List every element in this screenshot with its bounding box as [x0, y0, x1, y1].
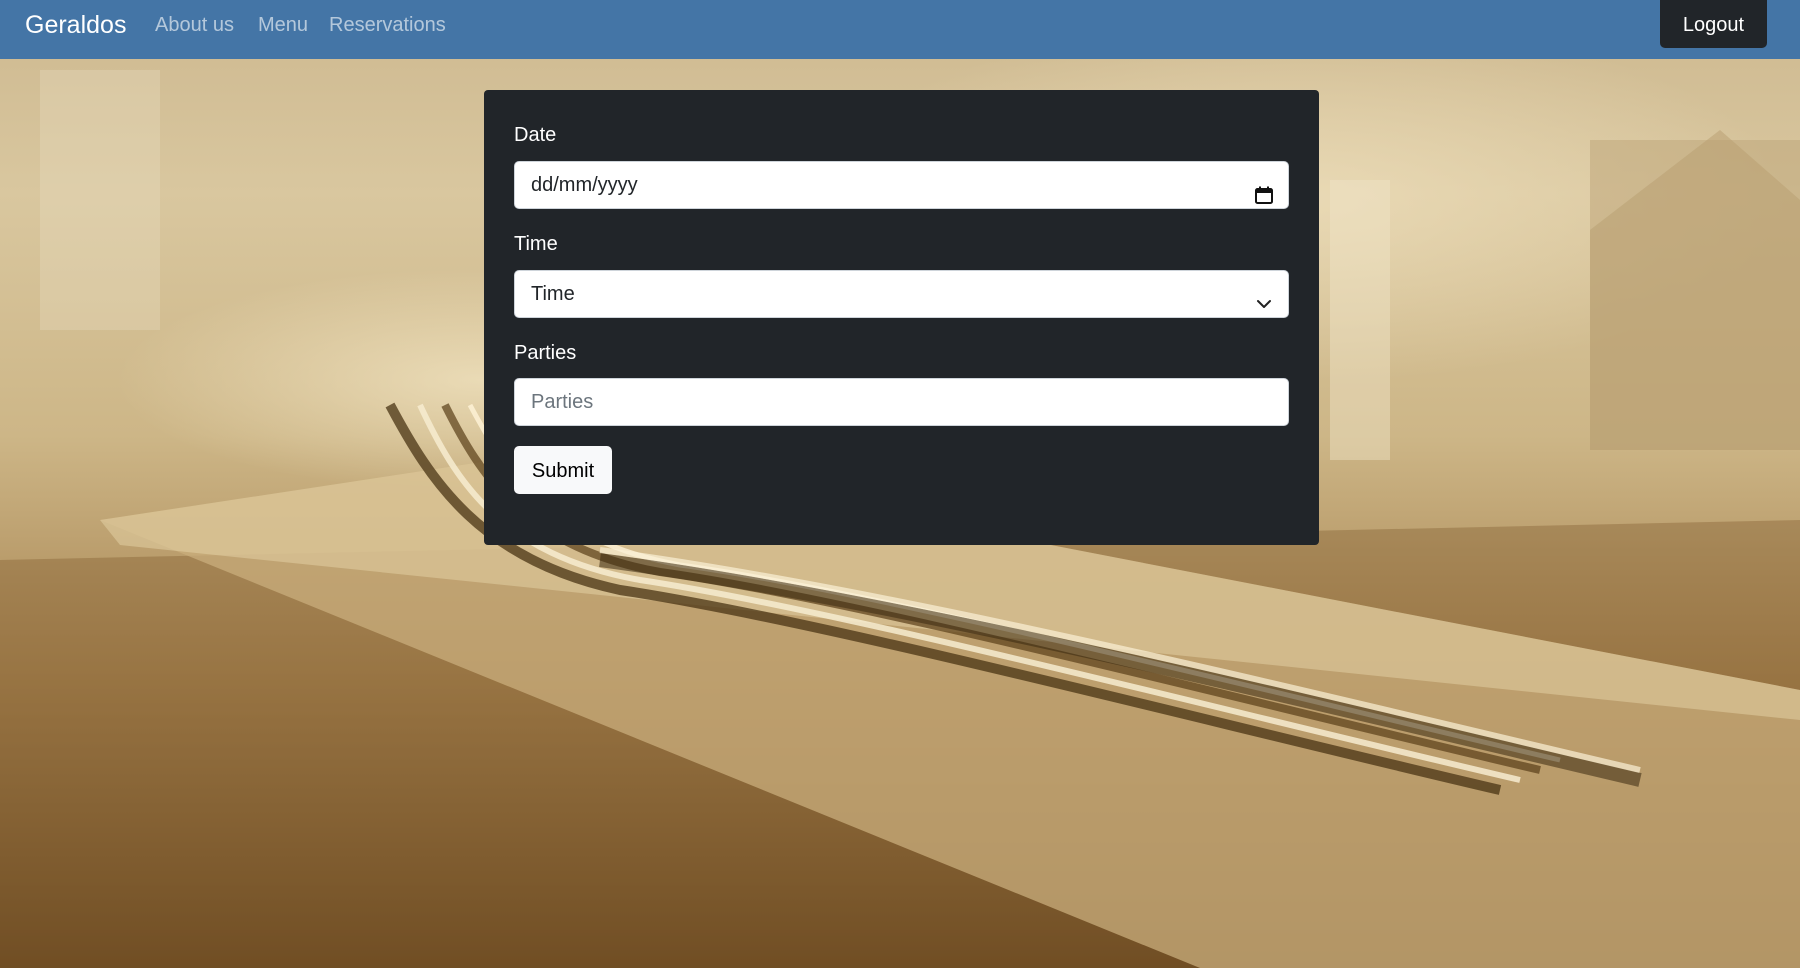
logout-button[interactable]: Logout	[1660, 0, 1767, 48]
time-select[interactable]: Time	[514, 270, 1289, 318]
chevron-down-icon	[1254, 285, 1274, 308]
submit-button[interactable]: Submit	[514, 446, 612, 494]
top-navbar: Geraldos About us Menu Reservations Logo…	[0, 0, 1800, 59]
brand-link[interactable]: Geraldos	[25, 10, 126, 40]
date-label: Date	[514, 124, 557, 146]
parties-label: Parties	[514, 342, 577, 364]
nav-link-about-us[interactable]: About us	[155, 13, 234, 37]
page: Geraldos About us Menu Reservations Logo…	[0, 0, 1800, 968]
reservation-form: Date dd/mm/yyyy Time Time Parties Partie…	[484, 90, 1319, 545]
date-value: dd/mm/yyyy	[531, 174, 638, 196]
time-selected-value: Time	[531, 283, 575, 305]
parties-input[interactable]: Parties	[514, 378, 1289, 426]
time-label: Time	[514, 233, 558, 255]
nav-link-reservations[interactable]: Reservations	[329, 13, 446, 37]
nav-link-menu[interactable]: Menu	[258, 13, 308, 37]
date-input[interactable]: dd/mm/yyyy	[514, 161, 1289, 209]
calendar-icon[interactable]	[1254, 176, 1274, 204]
